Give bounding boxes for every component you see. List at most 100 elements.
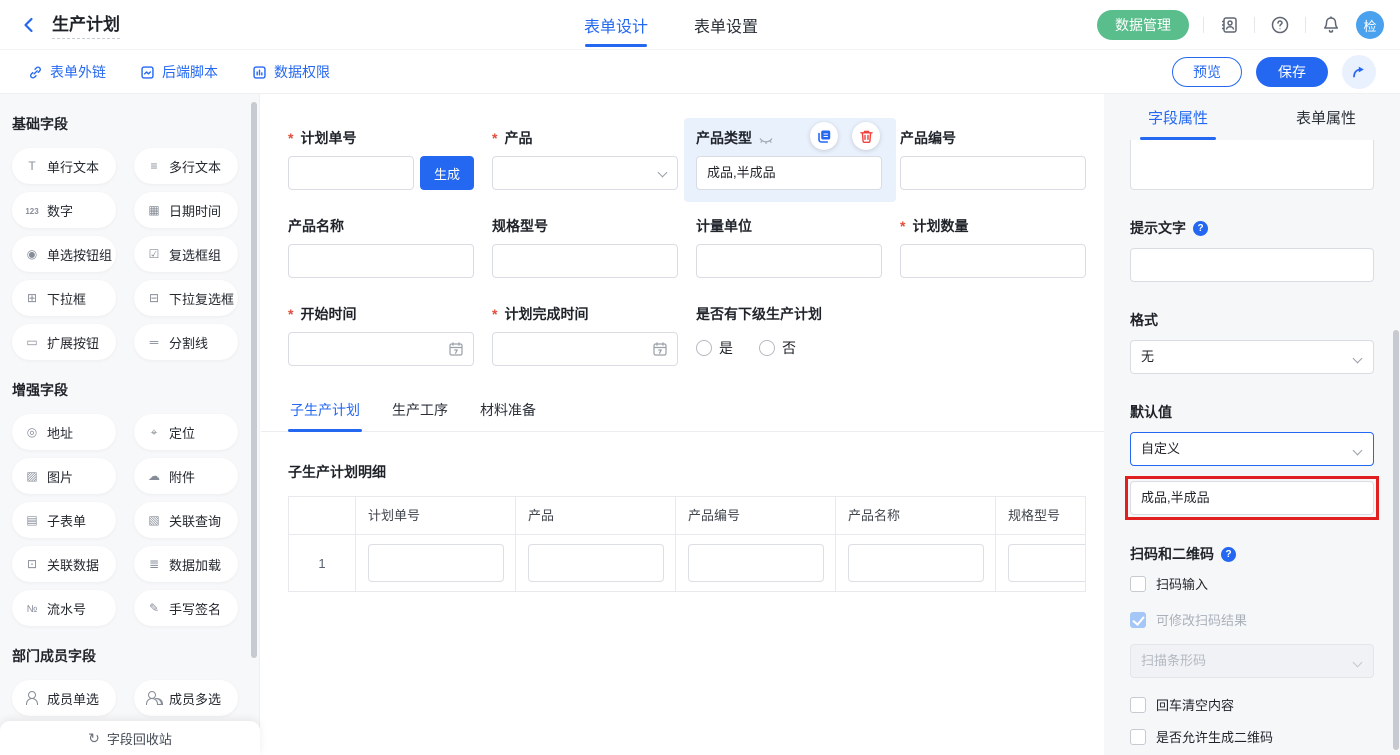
unit-input[interactable] <box>696 244 882 278</box>
cell-product-code-input[interactable] <box>688 544 824 582</box>
field-recycle-bin[interactable]: ↻ 字段回收站 <box>0 721 260 755</box>
field-pill-member-multi[interactable]: 成员多选 <box>134 680 238 716</box>
generate-button[interactable]: 生成 <box>420 156 474 190</box>
radio-option-yes[interactable]: 是 <box>696 338 733 358</box>
field-product-name[interactable]: 产品名称 <box>288 216 474 278</box>
field-pill-dropdown[interactable]: 下拉框 <box>12 280 116 316</box>
field-pill-location[interactable]: 定位 <box>134 414 238 450</box>
field-pill-member-single[interactable]: 成员单选 <box>12 680 116 716</box>
format-select[interactable]: 无 <box>1130 340 1374 374</box>
field-product[interactable]: 产品 <box>492 128 678 190</box>
panel-scrollbar[interactable] <box>1393 330 1399 750</box>
cell-product-input[interactable] <box>528 544 664 582</box>
tab-form-design[interactable]: 表单设计 <box>584 0 648 50</box>
section-basic-fields: 基础字段 <box>12 114 259 134</box>
save-button[interactable]: 保存 <box>1256 57 1328 87</box>
help-icon[interactable] <box>1269 14 1291 36</box>
row-index: 1 <box>318 556 325 571</box>
notification-bell-icon[interactable] <box>1320 14 1342 36</box>
contacts-icon[interactable] <box>1218 14 1240 36</box>
radio-option-no[interactable]: 否 <box>759 338 796 358</box>
field-pill-subform[interactable]: 子表单 <box>12 502 116 538</box>
scan-input-option[interactable]: 扫码输入 <box>1130 574 1374 593</box>
product-code-input[interactable] <box>900 156 1086 190</box>
field-pill-linked-query[interactable]: 关联查询 <box>134 502 238 538</box>
field-pill-signature[interactable]: 手写签名 <box>134 590 238 626</box>
field-finish-time[interactable]: 计划完成时间 <box>492 304 678 366</box>
cell-product-name-input[interactable] <box>848 544 984 582</box>
backend-script-link[interactable]: 后端脚本 <box>140 62 218 82</box>
field-pill-multi-dropdown[interactable]: 下拉复选框 <box>134 280 238 316</box>
field-pill-extend-button[interactable]: 扩展按钮 <box>12 324 116 360</box>
tab-material-preparation[interactable]: 材料准备 <box>478 392 538 431</box>
default-value-label: 默认值 <box>1130 402 1374 422</box>
finish-time-input[interactable] <box>492 332 678 366</box>
field-pill-linked-data[interactable]: 关联数据 <box>12 546 116 582</box>
allow-qrcode-option[interactable]: 是否允许生成二维码 <box>1130 727 1374 746</box>
data-permission-label: 数据权限 <box>274 62 330 82</box>
default-value-input[interactable]: 成品,半成品 <box>1130 481 1374 515</box>
product-name-input[interactable] <box>288 244 474 278</box>
tab-form-settings[interactable]: 表单设置 <box>694 0 758 50</box>
field-pill-image[interactable]: 图片 <box>12 458 116 494</box>
data-manage-button[interactable]: 数据管理 <box>1097 10 1189 40</box>
tab-sub-production-plan[interactable]: 子生产计划 <box>288 392 362 431</box>
tab-production-process[interactable]: 生产工序 <box>390 392 450 431</box>
section-member-fields: 部门成员字段 <box>12 646 259 666</box>
page-title[interactable]: 生产计划 <box>52 10 120 39</box>
subplan-tabs: 子生产计划 生产工序 材料准备 <box>261 392 1104 432</box>
linked-data-icon <box>23 557 41 571</box>
field-pill-single-line-text[interactable]: 单行文本 <box>12 148 116 184</box>
field-spec-model[interactable]: 规格型号 <box>492 216 678 278</box>
field-pill-multi-line-text[interactable]: 多行文本 <box>134 148 238 184</box>
enter-clear-option[interactable]: 回车清空内容 <box>1130 695 1374 714</box>
field-pill-checkbox-group[interactable]: 复选框组 <box>134 236 238 272</box>
help-icon[interactable]: ? <box>1221 547 1236 562</box>
form-external-link[interactable]: 表单外链 <box>28 62 106 82</box>
field-plan-number[interactable]: 计划单号 生成 <box>288 128 474 190</box>
field-pill-radio-group[interactable]: 单选按钮组 <box>12 236 116 272</box>
share-button[interactable] <box>1342 55 1376 89</box>
field-title-input-partial[interactable] <box>1130 140 1374 190</box>
chevron-down-icon <box>1353 446 1363 456</box>
field-plan-quantity[interactable]: 计划数量 <box>900 216 1086 278</box>
field-pill-address[interactable]: 地址 <box>12 414 116 450</box>
start-time-input[interactable] <box>288 332 474 366</box>
help-icon[interactable]: ? <box>1193 221 1208 236</box>
cell-spec-model-input[interactable] <box>1008 544 1087 582</box>
field-pill-number[interactable]: 数字 <box>12 192 116 228</box>
spec-model-input[interactable] <box>492 244 678 278</box>
field-product-type-selected[interactable]: 产品类型 成品,半成品 <box>696 128 882 190</box>
data-permission-link[interactable]: 数据权限 <box>252 62 330 82</box>
tab-field-properties[interactable]: 字段属性 <box>1104 94 1252 140</box>
field-pill-divider[interactable]: 分割线 <box>134 324 238 360</box>
default-mode-select[interactable]: 自定义 <box>1130 432 1374 466</box>
delete-field-button[interactable] <box>852 122 880 150</box>
user-avatar[interactable]: 检 <box>1356 11 1384 39</box>
field-pill-data-load[interactable]: 数据加载 <box>134 546 238 582</box>
tab-form-properties[interactable]: 表单属性 <box>1252 94 1400 140</box>
plan-number-input[interactable] <box>288 156 414 190</box>
scan-editable-option[interactable]: 可修改扫码结果 <box>1130 610 1374 629</box>
product-select[interactable] <box>492 156 678 190</box>
cell-plan-number-input[interactable] <box>368 544 504 582</box>
location-icon <box>145 425 163 440</box>
back-button[interactable] <box>20 16 38 34</box>
back-chevron-icon <box>20 16 38 34</box>
field-unit[interactable]: 计量单位 <box>696 216 882 278</box>
product-type-input[interactable]: 成品,半成品 <box>696 156 882 190</box>
scan-type-select[interactable]: 扫描条形码 <box>1130 644 1374 678</box>
field-pill-attachment[interactable]: 附件 <box>134 458 238 494</box>
hint-text-input[interactable] <box>1130 248 1374 282</box>
preview-button[interactable]: 预览 <box>1172 57 1242 87</box>
field-pill-serial-number[interactable]: 流水号 <box>12 590 116 626</box>
field-start-time[interactable]: 开始时间 <box>288 304 474 366</box>
copy-field-button[interactable] <box>810 122 838 150</box>
field-has-sub-plan[interactable]: 是否有下级生产计划 是 否 <box>696 304 996 366</box>
scan-qrcode-section-label: 扫码和二维码 <box>1130 544 1214 564</box>
field-product-code[interactable]: 产品编号 <box>900 128 1086 190</box>
sidebar-scrollbar[interactable] <box>251 102 257 658</box>
plan-quantity-input[interactable] <box>900 244 1086 278</box>
header-index <box>289 497 356 535</box>
field-pill-datetime[interactable]: 日期时间 <box>134 192 238 228</box>
